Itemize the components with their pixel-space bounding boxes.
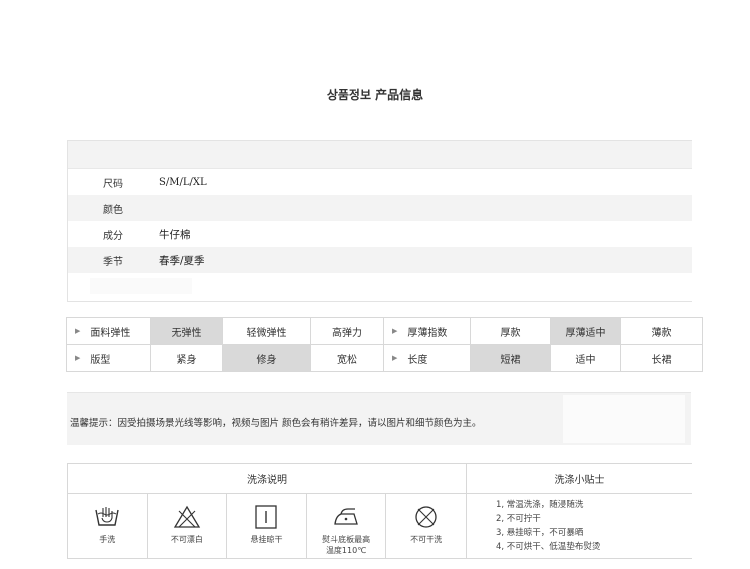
wash-care-table: 洗涤说明 洗涤小贴士 手洗 不可漂白 悬挂晾干 熨斗底板最高 温度110℃ 不可… [67, 463, 692, 559]
info-value: 牛仔棉 [159, 228, 191, 241]
wash-item: 手洗 [68, 494, 148, 558]
info-row-size: 尺码 S/M/L/XL [68, 169, 692, 195]
wash-tips-header: 洗涤小贴士 [554, 475, 605, 486]
product-info-table: 尺码 S/M/L/XL 颜色 成分 牛仔棉 季节 春季/夏季 [67, 140, 692, 302]
attr-option: 高弹力 [311, 318, 384, 344]
attr-label-text: 长度 [407, 354, 428, 366]
wash-tip: 1, 常温洗涤，随浸随洗 [496, 500, 584, 510]
info-key: 季节 [103, 256, 123, 268]
notice-box: 温馨提示：因受拍摄场景光线等影响，视频与图片 颜色会有稍许差异，请以图片和细节颜… [67, 392, 691, 445]
notice-text: 温馨提示：因受拍摄场景光线等影响，视频与图片 颜色会有稍许差异，请以图片和细节颜… [70, 418, 482, 429]
info-row-season: 季节 春季/夏季 [68, 247, 692, 273]
wash-item: 不可漂白 [148, 494, 228, 558]
attr-option: 宽松 [311, 345, 384, 371]
iron-icon [334, 508, 358, 525]
attr-label-length: ▶ 长度 [384, 345, 471, 371]
wash-tip: 3, 悬挂晾干，不可暴晒 [496, 528, 584, 538]
attr-option: 厚款 [471, 318, 551, 344]
attr-option-selected: 短裙 [471, 345, 551, 371]
wash-tip: 2, 不可拧干 [496, 514, 541, 524]
attr-option-selected: 无弹性 [151, 318, 223, 344]
wash-item: 不可干洗 [386, 494, 466, 558]
arrow-right-icon: ▶ [75, 354, 81, 362]
attr-label-text: 版型 [90, 354, 111, 366]
attr-option-selected: 厚薄适中 [551, 318, 621, 344]
attr-label-text: 厚薄指数 [407, 327, 448, 339]
wash-instructions-header: 洗涤说明 [68, 464, 467, 493]
wash-tips-list: 1, 常温洗涤，随浸随洗 2, 不可拧干 3, 悬挂晾干，不可暴晒 4, 不可烘… [496, 498, 600, 554]
hang-dry-icon [255, 505, 278, 529]
info-key: 尺码 [103, 178, 123, 190]
info-value: S/M/L/XL [159, 176, 207, 188]
attr-label-elasticity: ▶ 面料弹性 [67, 318, 151, 344]
wash-label: 不可干洗 [410, 535, 443, 544]
faded-placeholder [90, 278, 192, 294]
arrow-right-icon: ▶ [392, 327, 398, 335]
info-table-header [68, 141, 692, 169]
wash-tip: 4, 不可烘干、低温垫布熨烫 [496, 542, 601, 552]
wash-icon-row: 手洗 不可漂白 悬挂晾干 熨斗底板最高 温度110℃ 不可干洗 [68, 494, 467, 558]
wash-label: 手洗 [99, 535, 116, 544]
page-title: 상품정보 产品信息 [326, 88, 424, 102]
wash-item: 悬挂晾干 [227, 494, 307, 558]
attribute-row: ▶ 面料弹性 无弹性 轻微弹性 高弹力 ▶ 厚薄指数 厚款 厚薄适中 薄款 [67, 318, 702, 344]
info-row-material: 成分 牛仔棉 [68, 221, 692, 247]
hand-wash-icon [95, 507, 119, 526]
wash-item: 熨斗底板最高 温度110℃ [307, 494, 387, 558]
attr-option: 紧身 [151, 345, 223, 371]
wash-label: 不可漂白 [170, 535, 203, 544]
attr-option: 轻微弹性 [223, 318, 311, 344]
attr-option-selected: 修身 [223, 345, 311, 371]
info-row-color: 颜色 [68, 195, 692, 221]
attr-option: 长裙 [651, 354, 672, 366]
arrow-right-icon: ▶ [392, 354, 398, 362]
wash-label-line: 熨斗底板最高 [322, 535, 371, 544]
attr-label-fit: ▶ 版型 [67, 345, 151, 371]
attr-label-thickness: ▶ 厚薄指数 [384, 318, 471, 344]
arrow-right-icon: ▶ [75, 327, 81, 335]
attr-label-text: 面料弹性 [90, 327, 131, 339]
wash-label-line: 温度110℃ [325, 546, 367, 555]
faded-placeholder [563, 395, 685, 443]
attribute-row: ▶ 版型 紧身 修身 宽松 ▶ 长度 短裙 适中 长裙 [67, 344, 702, 371]
no-bleach-icon [173, 505, 201, 528]
info-value: 春季/夏季 [159, 254, 205, 267]
info-key: 颜色 [103, 204, 123, 216]
wash-label: 悬挂晾干 [250, 535, 283, 544]
no-dry-clean-icon [415, 506, 437, 528]
attr-option: 薄款 [651, 327, 672, 339]
wash-label: 熨斗底板最高 温度110℃ [322, 534, 370, 556]
info-key: 成分 [103, 230, 123, 242]
attribute-grid: ▶ 面料弹性 无弹性 轻微弹性 高弹力 ▶ 厚薄指数 厚款 厚薄适中 薄款 ▶ … [66, 317, 703, 372]
attr-option: 适中 [551, 345, 621, 371]
